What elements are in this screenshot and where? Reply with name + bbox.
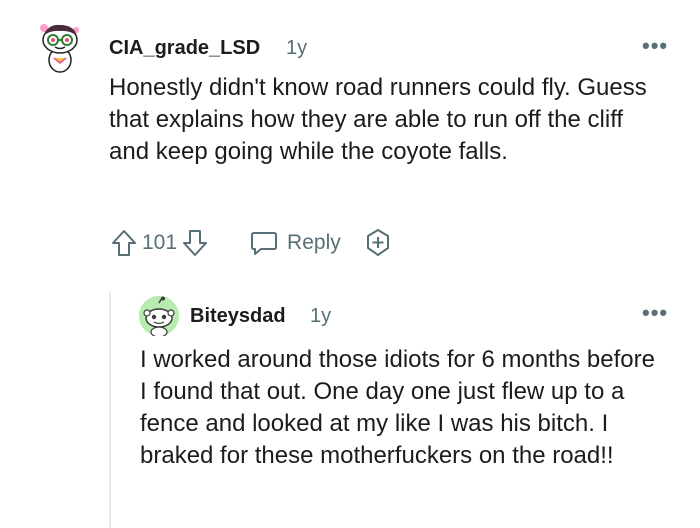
downvote-arrow-icon	[183, 230, 208, 256]
user-avatar[interactable]	[139, 296, 179, 336]
downvote-button[interactable]	[181, 228, 209, 258]
comment-username[interactable]: CIA_grade_LSD	[109, 37, 260, 60]
upvote-button[interactable]	[110, 228, 138, 258]
snoo-avatar-icon	[139, 296, 179, 336]
user-avatar[interactable]	[36, 20, 84, 76]
snoo-avatar-icon	[40, 24, 79, 73]
comment-body: Honestly didn't know road runners could …	[109, 74, 647, 165]
more-options-button[interactable]: •••	[642, 300, 668, 326]
award-button[interactable]	[363, 228, 393, 258]
comment-action-bar: 101 Reply	[110, 228, 393, 258]
more-options-button[interactable]: •••	[642, 33, 668, 59]
reply-bubble-icon	[251, 232, 278, 255]
comment-username[interactable]: Biteysdad	[190, 305, 286, 328]
thread-line[interactable]	[109, 292, 111, 528]
comment-age: 1y	[310, 305, 332, 327]
comment-age: 1y	[286, 37, 308, 59]
reply-label: Reply	[287, 231, 341, 254]
upvote-arrow-icon	[112, 230, 136, 256]
comment-body: I worked around those idiots for 6 month…	[140, 346, 655, 469]
vote-count: 101	[142, 231, 178, 254]
award-plus-icon	[366, 229, 389, 256]
reply-button[interactable]: Reply	[249, 229, 341, 257]
